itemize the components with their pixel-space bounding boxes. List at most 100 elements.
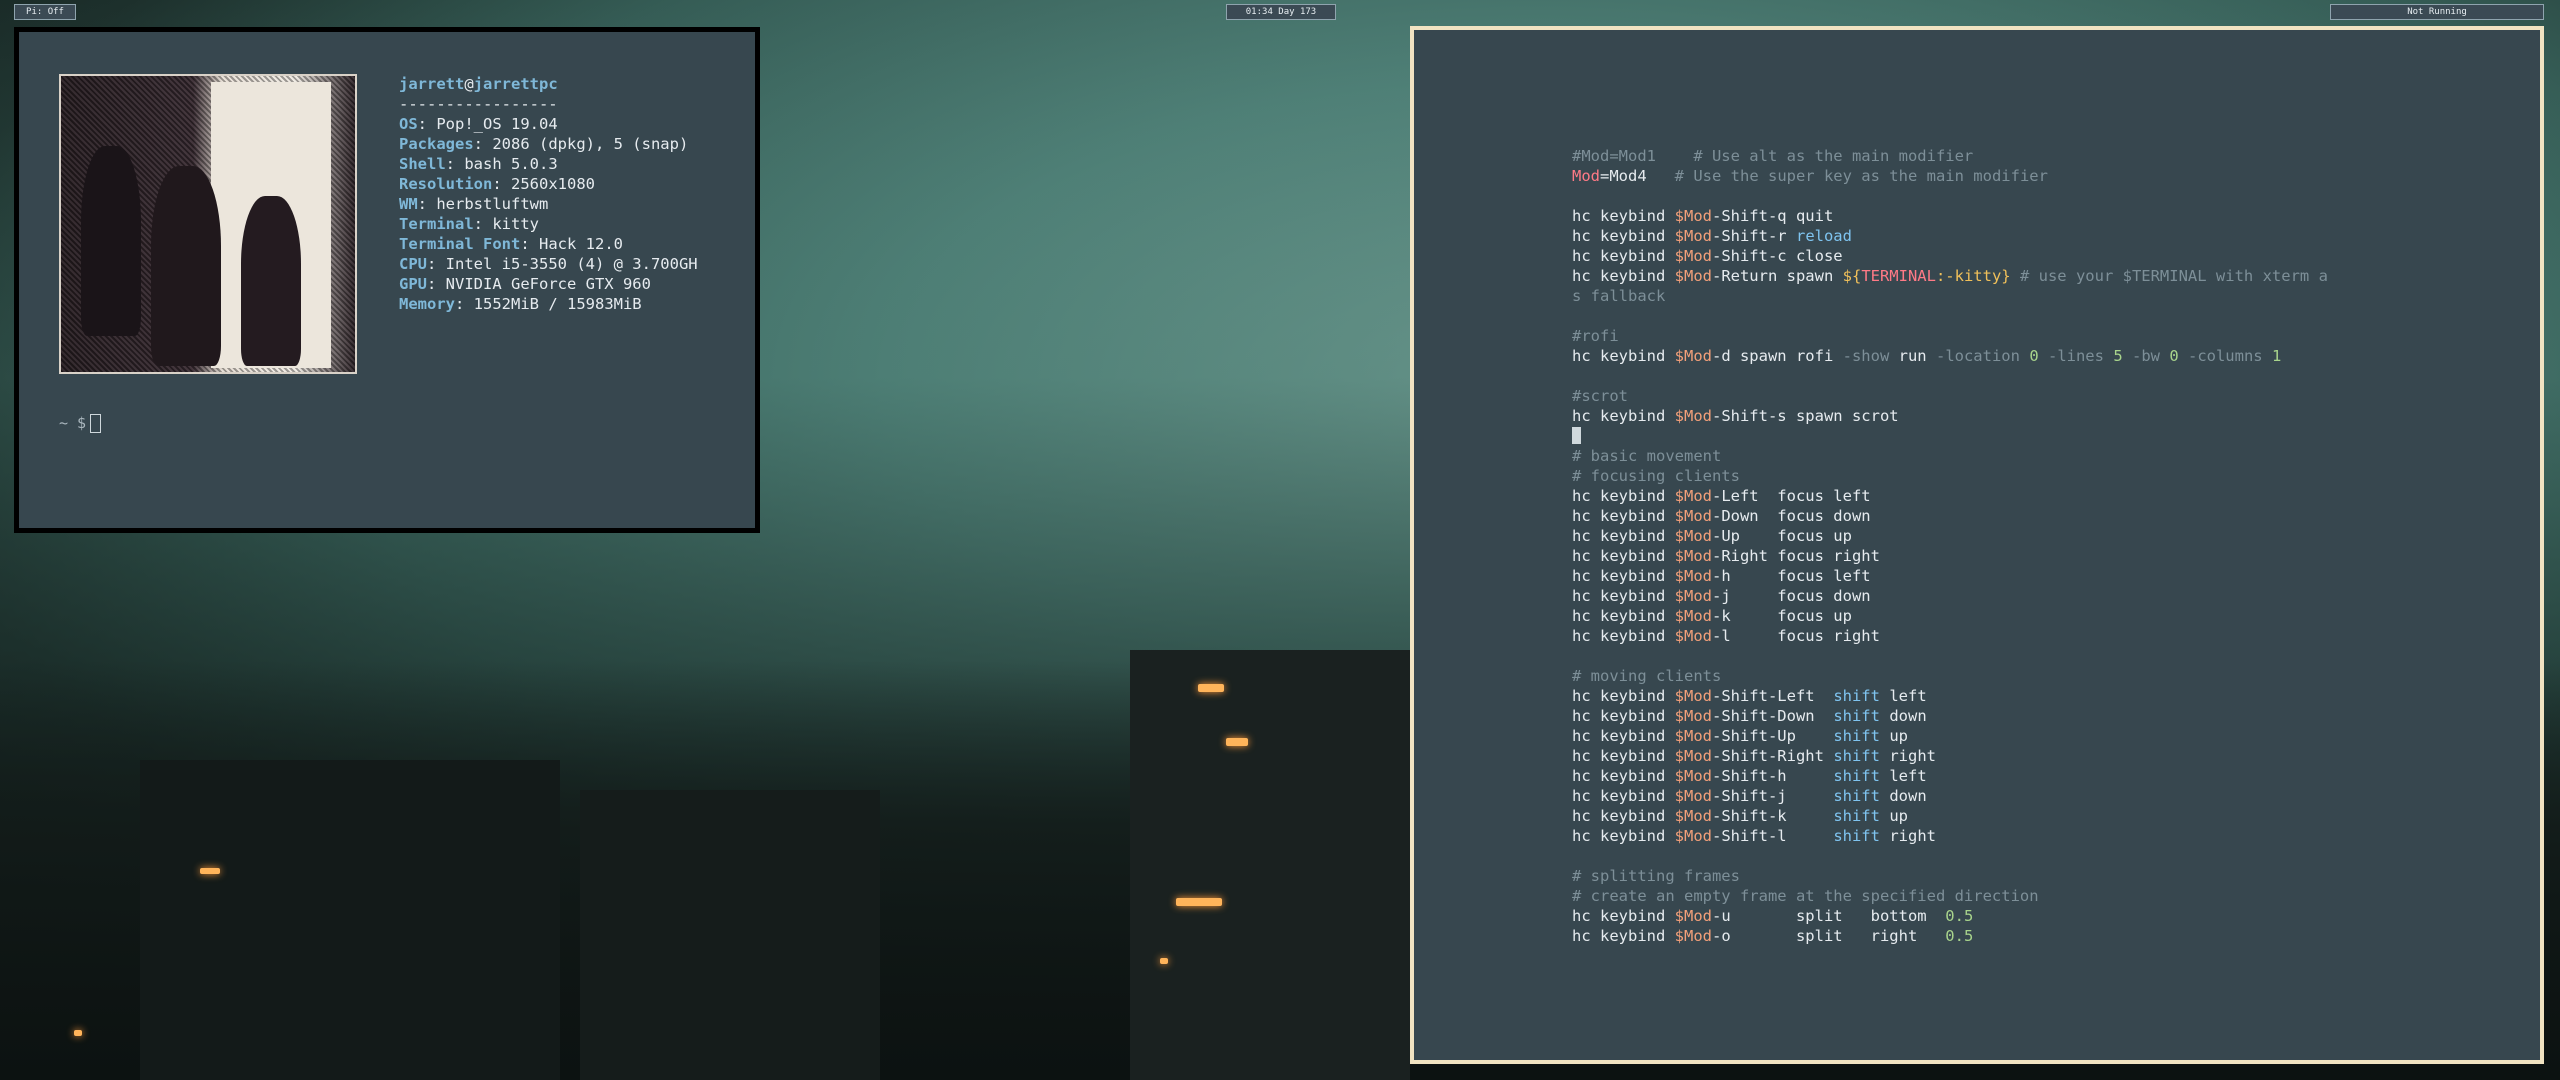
code-text: hc keybind <box>1572 487 1675 505</box>
info-key: WM <box>399 195 418 213</box>
code-comment: # moving clients <box>1572 667 1722 685</box>
status-pill-left[interactable]: Pi: Off <box>14 4 76 20</box>
code-text: hc keybind <box>1572 787 1675 805</box>
code-text: -Shift-h <box>1711 767 1834 785</box>
code-comment: # Use the super key as the main modifier <box>1646 167 2048 185</box>
code-flag: -show <box>1842 347 1890 365</box>
code-keyword: shift <box>1833 767 1880 785</box>
neofetch-info: jarrett@jarrettpc ----------------- OS: … <box>399 75 698 313</box>
code-number: 0.5 <box>1945 907 1974 925</box>
code-number: 0 <box>2019 347 2048 365</box>
code-text: hc keybind <box>1572 547 1675 565</box>
code-variable: $Mod <box>1674 587 1712 605</box>
code-variable: $Mod <box>1674 747 1712 765</box>
username: jarrett <box>399 75 465 93</box>
code-keyword: shift <box>1833 787 1880 805</box>
code-variable: $Mod <box>1674 487 1712 505</box>
code-expansion: :-kitty} <box>1935 267 2011 285</box>
info-key: Terminal <box>399 215 474 233</box>
code-variable: $Mod <box>1674 727 1712 745</box>
code-variable: $Mod <box>1674 707 1712 725</box>
code-text: -Shift-j <box>1711 787 1834 805</box>
code-comment: # splitting frames <box>1572 867 1740 885</box>
info-value: Intel i5-3550 (4) @ 3.700GH <box>445 255 698 273</box>
code-comment: # create an empty frame at the specified… <box>1572 887 2039 905</box>
code-text: hc keybind <box>1572 567 1675 585</box>
building <box>1130 650 1410 1080</box>
code-text: -d spawn rofi <box>1711 347 1843 365</box>
info-key: CPU <box>399 255 427 273</box>
code-variable: $Mod <box>1674 527 1712 545</box>
code-text: hc keybind <box>1572 627 1675 645</box>
city-light <box>1226 738 1248 746</box>
code-text: =Mod4 <box>1600 167 1647 185</box>
info-key: Shell <box>399 155 446 173</box>
code-comment: # focusing clients <box>1572 467 1740 485</box>
code-comment: # use your $TERMINAL with xterm a <box>2010 267 2328 285</box>
info-value: 2086 (dpkg), 5 (snap) <box>492 135 689 153</box>
code-keyword: shift <box>1833 827 1880 845</box>
info-value: NVIDIA GeForce GTX 960 <box>445 275 651 293</box>
code-text: hc keybind <box>1572 927 1675 945</box>
config-file-content[interactable]: #Mod=Mod1 # Use alt as the main modifier… <box>1572 146 2328 946</box>
info-value: bash 5.0.3 <box>464 155 558 173</box>
code-variable: $Mod <box>1674 247 1712 265</box>
code-text: hc keybind <box>1572 267 1675 285</box>
code-text: -Shift-k <box>1711 807 1834 825</box>
code-variable: $Mod <box>1674 567 1712 585</box>
code-comment: s fallback <box>1572 287 1666 305</box>
code-text: up <box>1889 727 1908 745</box>
building <box>580 790 880 1080</box>
code-flag: -bw <box>2131 347 2160 365</box>
status-pill-right[interactable]: Not Running <box>2330 4 2544 20</box>
code-variable: $Mod <box>1674 207 1712 225</box>
shell-prompt[interactable]: ~ $ <box>59 414 102 433</box>
code-keyword: shift <box>1833 727 1880 745</box>
code-keyword: shift <box>1833 687 1880 705</box>
prompt-text: ~ $ <box>59 414 87 432</box>
code-text: -Shift-r <box>1711 227 1796 245</box>
code-number: 0 <box>2159 347 2188 365</box>
code-text: -Shift-Right <box>1711 747 1834 765</box>
editor-cursor <box>1572 427 1581 444</box>
code-text: -o split right <box>1711 927 1946 945</box>
code-comment: #rofi <box>1572 327 1619 345</box>
info-key: Resolution <box>399 175 493 193</box>
code-text: -Shift-Left <box>1711 687 1834 705</box>
city-light <box>1160 958 1168 964</box>
code-keyword: shift <box>1833 807 1880 825</box>
code-text: -Shift-q quit <box>1711 207 1834 225</box>
info-value: 2560x1080 <box>511 175 595 193</box>
artwork-figure <box>241 196 301 366</box>
code-variable: $Mod <box>1674 347 1712 365</box>
info-key: Terminal Font <box>399 235 521 253</box>
code-variable: $Mod <box>1674 787 1712 805</box>
code-text: -Return spawn <box>1711 267 1843 285</box>
terminal-window-neofetch[interactable]: jarrett@jarrettpc ----------------- OS: … <box>14 27 760 533</box>
code-variable: $Mod <box>1674 827 1712 845</box>
code-text: -Left focus left <box>1711 487 1871 505</box>
code-keyword: shift <box>1833 707 1880 725</box>
artwork-figure <box>151 166 221 366</box>
info-key: Packages <box>399 135 474 153</box>
code-flag: -location <box>1935 347 2020 365</box>
code-text: down <box>1889 787 1927 805</box>
code-text: -h focus left <box>1711 567 1871 585</box>
code-text: hc keybind <box>1572 227 1675 245</box>
code-number: 5 <box>2103 347 2132 365</box>
code-comment: #Mod=Mod1 # Use alt as the main modifier <box>1572 147 1974 165</box>
code-text: -Shift-Up <box>1711 727 1834 745</box>
code-text: hc keybind <box>1572 407 1675 425</box>
info-value: Hack 12.0 <box>539 235 623 253</box>
code-number: 0.5 <box>1945 927 1974 945</box>
info-value: kitty <box>492 215 539 233</box>
code-keyword: reload <box>1795 227 1852 245</box>
code-text: hc keybind <box>1572 687 1675 705</box>
code-text: -Shift-Down <box>1711 707 1834 725</box>
code-text: hc keybind <box>1572 607 1675 625</box>
status-clock: 01:34 Day 173 <box>1226 4 1336 20</box>
code-text: run <box>1889 347 1936 365</box>
code-variable: $Mod <box>1674 547 1712 565</box>
terminal-window-editor[interactable]: #Mod=Mod1 # Use alt as the main modifier… <box>1410 26 2544 1064</box>
info-key: GPU <box>399 275 427 293</box>
